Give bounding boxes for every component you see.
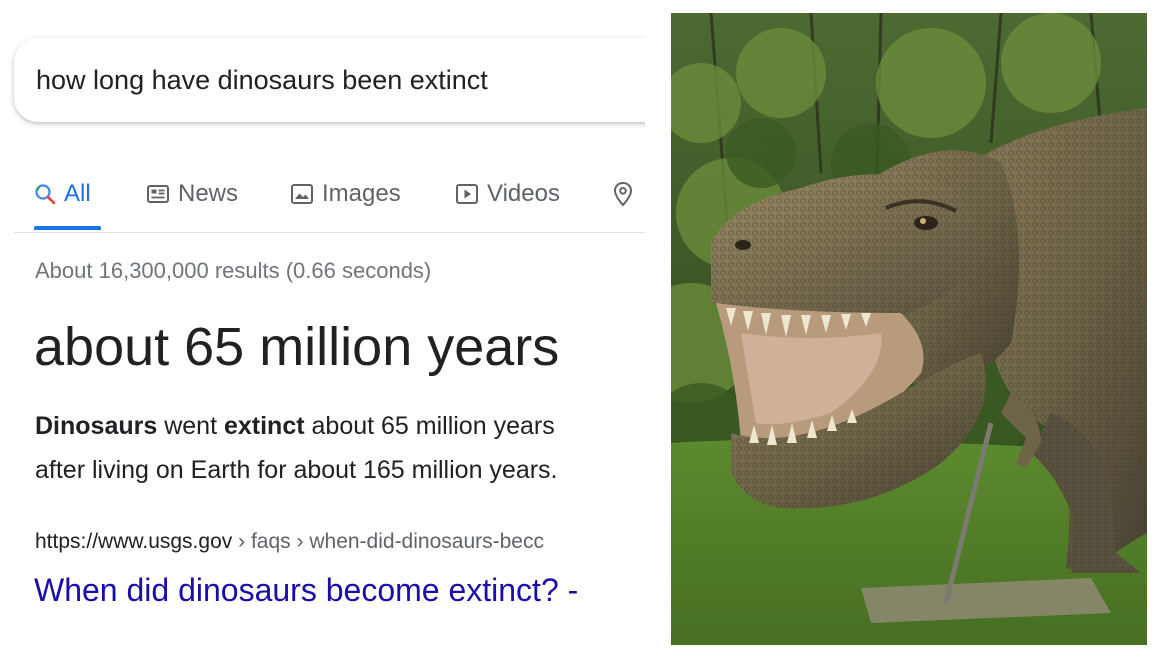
snippet-text: about 65 million years — [304, 412, 555, 440]
tab-images[interactable]: Images — [290, 174, 401, 214]
tabs-divider — [14, 232, 645, 233]
breadcrumb-separator: › — [238, 530, 246, 553]
breadcrumb-separator: › — [296, 530, 304, 553]
breadcrumb-item: faqs — [250, 530, 291, 553]
result-title-link[interactable]: When did dinosaurs become extinct? - — [34, 572, 578, 609]
tab-label: News — [178, 180, 239, 207]
active-tab-indicator — [34, 226, 101, 230]
snippet-bold: Dinosaurs — [35, 412, 158, 440]
breadcrumb-item: when-did-dinosaurs-becc — [309, 530, 544, 553]
snippet-text: went — [157, 412, 224, 440]
snippet-line-1: Dinosaurs went extinct about 65 million … — [35, 404, 558, 448]
featured-answer: about 65 million years — [34, 317, 560, 377]
news-icon — [146, 183, 170, 205]
tab-label: All — [64, 180, 91, 207]
source-domain: https://www.usgs.gov — [35, 530, 233, 553]
image-icon — [290, 183, 314, 205]
dinosaur-illustration — [671, 13, 1147, 645]
featured-snippet: Dinosaurs went extinct about 65 million … — [35, 404, 558, 492]
snippet-line-2: after living on Earth for about 165 mill… — [35, 456, 558, 484]
tab-maps[interactable] — [612, 174, 642, 214]
source-url[interactable]: https://www.usgs.gov › faqs › when-did-d… — [35, 530, 544, 554]
search-tabs: All News Images Videos — [0, 160, 645, 232]
tab-label: Videos — [487, 180, 560, 207]
dinosaur-photo — [671, 13, 1147, 645]
tab-videos[interactable]: Videos — [455, 174, 560, 214]
tab-news[interactable]: News — [146, 174, 238, 214]
search-results-panel: how long have dinosaurs been extinct All — [0, 0, 645, 660]
search-input[interactable]: how long have dinosaurs been extinct — [36, 65, 488, 96]
maps-pin-icon — [612, 181, 634, 207]
video-icon — [455, 183, 479, 205]
tab-all[interactable]: All — [34, 174, 91, 214]
tab-label: Images — [322, 180, 401, 207]
search-box[interactable]: how long have dinosaurs been extinct — [14, 38, 645, 122]
snippet-bold: extinct — [223, 412, 305, 440]
search-icon — [34, 183, 56, 205]
result-stats: About 16,300,000 results (0.66 seconds) — [35, 258, 432, 283]
